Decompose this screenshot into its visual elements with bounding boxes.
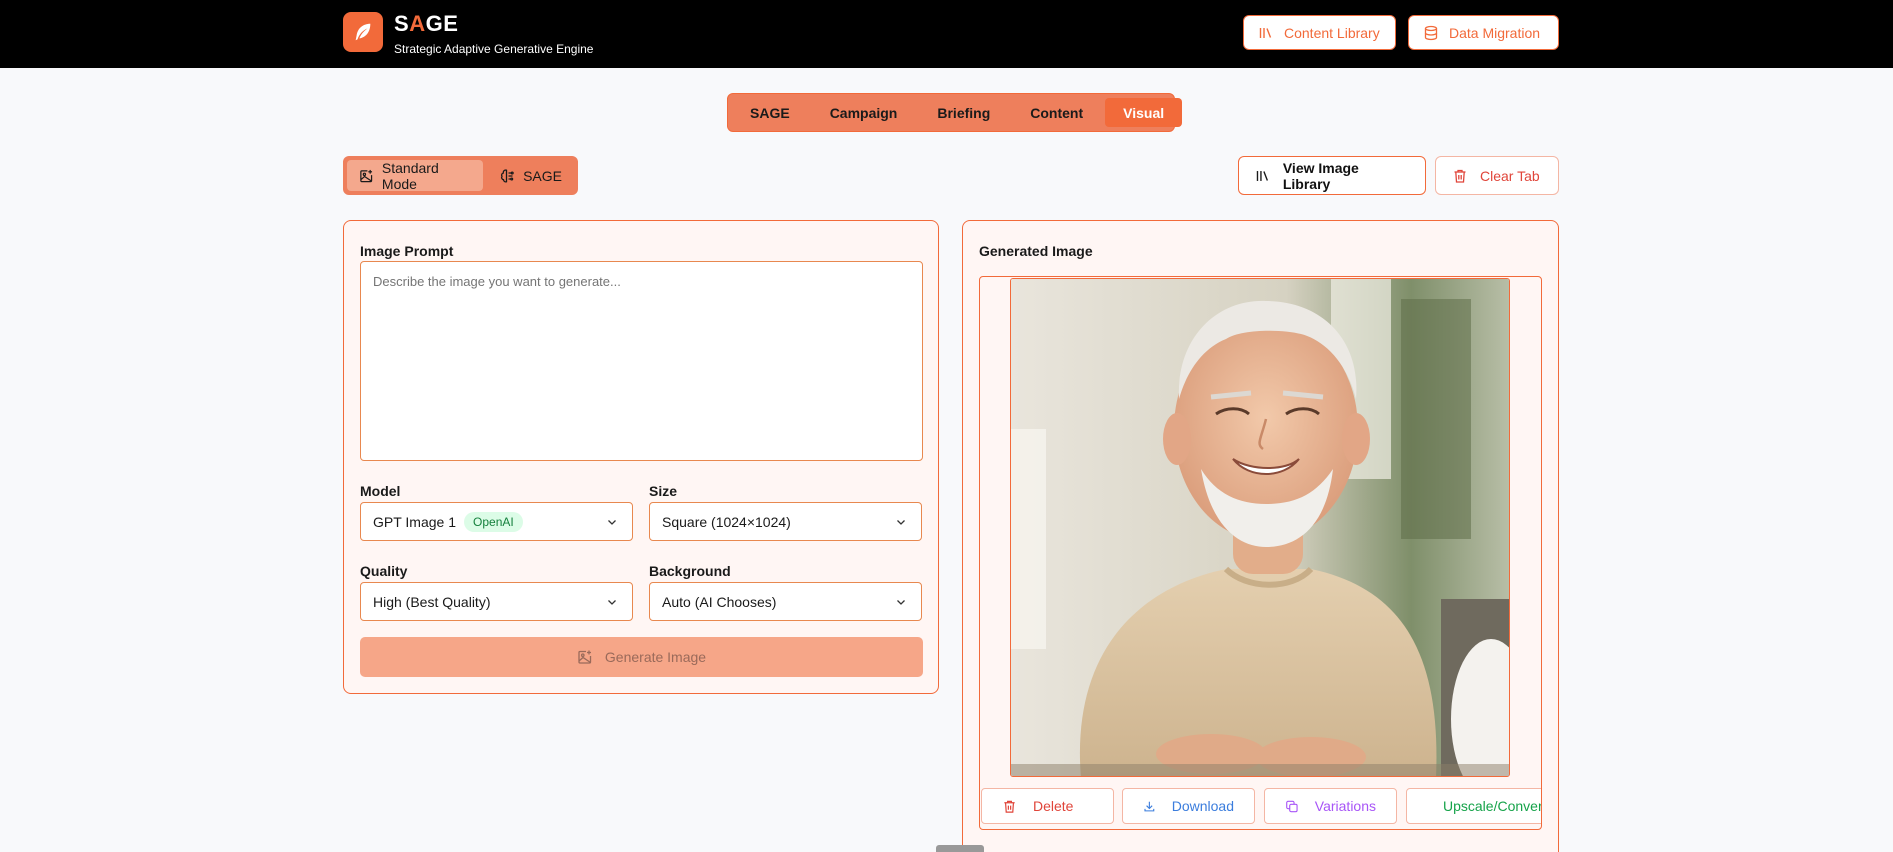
tab-sage[interactable]: SAGE: [732, 98, 808, 127]
sage-mode-button[interactable]: SAGE: [487, 160, 574, 191]
copy-icon: [1286, 800, 1298, 812]
image-plus-icon: [578, 650, 592, 664]
standard-mode-button[interactable]: Standard Mode: [347, 159, 484, 192]
generated-image-panel: Generated Image Delete Download Variatio…: [962, 220, 1559, 852]
brand-name: SAGE: [394, 11, 458, 37]
model-value: GPT Image 1: [373, 513, 457, 530]
main-tab-bar: SAGE Campaign Briefing Content Visual: [727, 93, 1183, 132]
size-label: Size: [649, 483, 678, 499]
variations-button[interactable]: Variations: [1264, 788, 1397, 824]
chevron-down-icon: [897, 520, 905, 525]
brand-name-part: S: [394, 11, 410, 36]
data-migration-button[interactable]: Data Migration: [1408, 15, 1559, 50]
standard-mode-label: Standard Mode: [381, 159, 439, 192]
brand-name-part: GE: [425, 11, 459, 36]
portrait-image: [1011, 279, 1509, 776]
trash-icon: [1454, 169, 1466, 183]
library-icon: [1256, 170, 1269, 181]
database-icon: [1424, 25, 1438, 40]
generate-image-button[interactable]: Generate Image: [360, 637, 923, 677]
size-select[interactable]: Square (1024×1024): [649, 502, 922, 541]
chevron-down-icon: [608, 600, 616, 605]
view-image-library-button[interactable]: View Image Library: [1238, 156, 1426, 195]
prompt-label: Image Prompt: [360, 243, 454, 259]
feather-logo-icon: [355, 23, 371, 41]
mode-toggle: Standard Mode SAGE: [343, 156, 578, 195]
generated-image-title: Generated Image: [979, 243, 1093, 259]
app-header: SAGE Strategic Adaptive Generative Engin…: [0, 0, 1893, 68]
delete-label: Delete: [1033, 798, 1074, 814]
logo: [343, 12, 383, 52]
background-value: Auto (AI Chooses): [662, 593, 777, 610]
quality-value: High (Best Quality): [373, 593, 491, 610]
chevron-down-icon: [608, 520, 616, 525]
download-icon: [1144, 801, 1155, 811]
brand-subtitle: Strategic Adaptive Generative Engine: [394, 42, 594, 56]
download-image-button[interactable]: Download: [1122, 788, 1255, 824]
image-prompt-input[interactable]: [360, 261, 923, 461]
tab-campaign[interactable]: Campaign: [812, 98, 916, 127]
upscale-convert-button[interactable]: Upscale/Convert: [1406, 788, 1542, 824]
download-label: Download: [1171, 798, 1234, 814]
provider-badge: OpenAI: [464, 511, 523, 532]
delete-image-button[interactable]: Delete: [981, 788, 1114, 824]
brain-icon: [501, 168, 514, 182]
background-label: Background: [649, 563, 731, 579]
content-library-label: Content Library: [1284, 24, 1380, 41]
library-icon: [1259, 27, 1272, 38]
chevron-down-icon: [897, 600, 905, 605]
generate-image-label: Generate Image: [604, 649, 707, 665]
size-value: Square (1024×1024): [662, 513, 791, 530]
image-plus-icon: [360, 169, 373, 182]
quality-select[interactable]: High (Best Quality): [360, 582, 633, 621]
clear-tab-label: Clear Tab: [1480, 167, 1540, 184]
model-label: Model: [360, 483, 401, 499]
model-select[interactable]: GPT Image 1 OpenAI: [360, 502, 633, 541]
image-frame: Delete Download Variations Upscale/Conve…: [979, 276, 1542, 830]
tab-content[interactable]: Content: [1012, 98, 1101, 127]
content-library-button[interactable]: Content Library: [1243, 15, 1396, 50]
generated-image[interactable]: [1010, 278, 1510, 777]
tab-briefing[interactable]: Briefing: [919, 98, 1008, 127]
trash-icon: [1004, 800, 1015, 813]
brand-name-accent: A: [409, 11, 426, 36]
tab-visual[interactable]: Visual: [1105, 98, 1183, 127]
view-image-library-label: View Image Library: [1282, 159, 1359, 192]
data-migration-label: Data Migration: [1449, 24, 1541, 41]
upscale-convert-label: Upscale/Convert: [1443, 798, 1542, 814]
variations-label: Variations: [1314, 798, 1376, 814]
scrollbar-handle[interactable]: [936, 845, 984, 852]
background-select[interactable]: Auto (AI Chooses): [649, 582, 922, 621]
clear-tab-button[interactable]: Clear Tab: [1435, 156, 1559, 195]
image-form-panel: Image Prompt Model GPT Image 1 OpenAI Si…: [343, 220, 939, 694]
quality-label: Quality: [360, 563, 408, 579]
sage-mode-label: SAGE: [523, 167, 562, 184]
